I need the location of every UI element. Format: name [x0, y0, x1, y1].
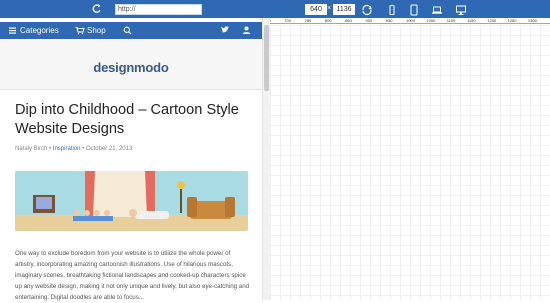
ruler-label: 950 [385, 18, 393, 23]
article-author[interactable]: Nataly Birch [15, 146, 47, 152]
dimension-separator: × [327, 5, 332, 12]
site-header: designmodo [0, 39, 262, 90]
ruler-label: 1300 [527, 18, 537, 23]
canvas-grid [270, 25, 550, 300]
laptop-device-icon[interactable] [431, 3, 443, 15]
article-meta: Nataly Birch • Inspiration • October 21,… [15, 146, 132, 152]
preview-scrollbar[interactable] [262, 18, 270, 300]
height-input[interactable]: 1136 [333, 4, 355, 15]
ruler-label: 1150 [467, 18, 476, 23]
ruler-label: 800 [324, 18, 332, 23]
desktop-device-icon[interactable] [455, 3, 467, 15]
article-category[interactable]: Inspiration [53, 146, 81, 152]
article-excerpt: One way to exclude boredom from your web… [15, 250, 250, 301]
rotate-icon[interactable] [361, 3, 373, 16]
article-date: October 21, 2013 [85, 146, 133, 152]
ruler-label: 700 [284, 18, 291, 23]
nav-shop-link[interactable]: Shop [87, 22, 106, 39]
article-hero-illustration [15, 171, 248, 231]
phone-device-icon[interactable] [386, 3, 398, 15]
ruler-label: 750 [304, 18, 312, 23]
ruler-label: 1200 [487, 18, 497, 23]
tablet-device-icon[interactable] [408, 3, 420, 16]
ruler-label: 850 [345, 18, 352, 23]
ruler-label: 900 [365, 18, 373, 23]
ruler-label: 1050 [426, 18, 436, 23]
scrollbar-thumb[interactable] [264, 25, 269, 91]
top-toolbar: http:// 640 × 1136 [0, 0, 550, 18]
ruler-label: 1250 [507, 18, 517, 23]
width-input[interactable]: 640 [305, 4, 327, 15]
site-nav-bar: Categories Shop [0, 22, 262, 39]
url-input[interactable]: http:// [115, 4, 202, 15]
ruler-label: 1000 [406, 18, 415, 23]
article-title[interactable]: Dip into Childhood – Cartoon Style Websi… [15, 101, 255, 139]
refresh-icon[interactable] [92, 3, 102, 15]
site-logo[interactable]: designmodo [93, 60, 168, 75]
ruler-label: 1100 [446, 18, 456, 23]
nav-categories-link[interactable]: Categories [20, 22, 59, 39]
